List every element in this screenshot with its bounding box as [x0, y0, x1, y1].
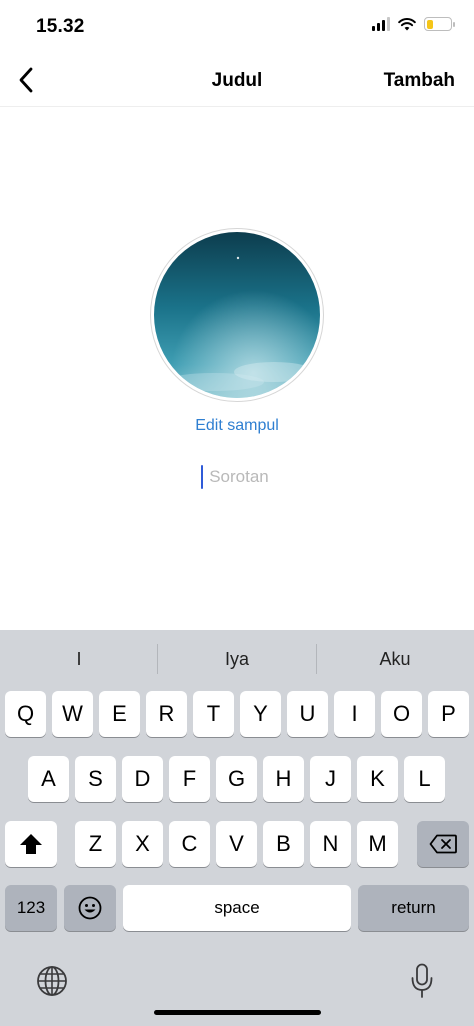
key-k[interactable]: K [357, 756, 398, 802]
text-cursor [201, 465, 203, 489]
key-v[interactable]: V [216, 821, 257, 867]
nav-bar: Judul Tambah [0, 56, 474, 107]
suggestion-item[interactable]: Iya [158, 630, 316, 688]
key-y[interactable]: Y [240, 691, 281, 737]
cellular-signal-icon [372, 17, 390, 31]
microphone-icon [411, 963, 433, 998]
key-a[interactable]: A [28, 756, 69, 802]
emoji-icon [78, 896, 102, 920]
key-e[interactable]: E [99, 691, 140, 737]
key-w[interactable]: W [52, 691, 93, 737]
key-q[interactable]: Q [5, 691, 46, 737]
shift-icon [20, 834, 42, 854]
cover-image[interactable] [150, 228, 324, 402]
status-icons [372, 17, 455, 31]
key-c[interactable]: C [169, 821, 210, 867]
battery-level [426, 19, 434, 29]
emoji-key[interactable] [64, 885, 116, 931]
key-z[interactable]: Z [75, 821, 116, 867]
key-r[interactable]: R [146, 691, 187, 737]
status-time: 15.32 [36, 16, 85, 37]
wifi-icon [398, 18, 416, 31]
key-x[interactable]: X [122, 821, 163, 867]
key-b[interactable]: B [263, 821, 304, 867]
key-u[interactable]: U [287, 691, 328, 737]
suggestion-item[interactable]: I [0, 630, 158, 688]
home-indicator[interactable] [154, 1010, 321, 1015]
key-o[interactable]: O [381, 691, 422, 737]
globe-icon [37, 966, 67, 996]
key-t[interactable]: T [193, 691, 234, 737]
delete-key[interactable] [417, 821, 469, 867]
backspace-icon [429, 834, 457, 854]
suggestion-bar: I Iya Aku [0, 630, 474, 688]
dictation-button[interactable] [404, 961, 440, 1001]
cover-photo [154, 232, 320, 398]
key-h[interactable]: H [263, 756, 304, 802]
battery-icon [424, 17, 455, 31]
shift-key[interactable] [5, 821, 57, 867]
key-f[interactable]: F [169, 756, 210, 802]
key-d[interactable]: D [122, 756, 163, 802]
highlight-name-input[interactable] [137, 462, 341, 492]
edit-cover-link[interactable]: Edit sampul [0, 417, 474, 435]
key-p[interactable]: P [428, 691, 469, 737]
space-key[interactable]: space [123, 885, 351, 931]
key-n[interactable]: N [310, 821, 351, 867]
suggestion-item[interactable]: Aku [316, 630, 474, 688]
key-l[interactable]: L [404, 756, 445, 802]
key-s[interactable]: S [75, 756, 116, 802]
key-m[interactable]: M [357, 821, 398, 867]
globe-button[interactable] [34, 963, 70, 999]
return-key[interactable]: return [358, 885, 469, 931]
status-bar: 15.32 [0, 0, 474, 56]
key-i[interactable]: I [334, 691, 375, 737]
add-button[interactable]: Tambah [384, 70, 455, 92]
numbers-key[interactable]: 123 [5, 885, 57, 931]
keyboard: I Iya Aku Q W E R T Y U I O P A S D F G … [0, 630, 474, 1026]
key-g[interactable]: G [216, 756, 257, 802]
key-j[interactable]: J [310, 756, 351, 802]
